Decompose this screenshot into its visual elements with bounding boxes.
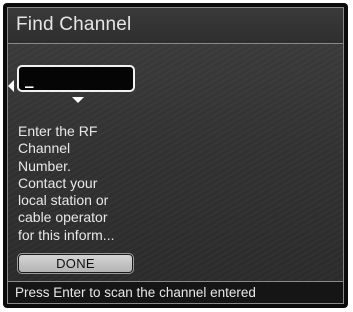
down-arrow-icon bbox=[72, 97, 84, 103]
title-bar: Find Channel bbox=[8, 8, 343, 44]
instruction-line: local station or bbox=[18, 192, 109, 209]
done-button[interactable]: DONE bbox=[17, 253, 134, 274]
find-channel-dialog: Find Channel _ Enter the RF Channel Numb… bbox=[3, 3, 348, 308]
dialog-panel: Find Channel _ Enter the RF Channel Numb… bbox=[7, 7, 344, 304]
channel-number-value: _ bbox=[25, 69, 34, 89]
instruction-line: Channel bbox=[18, 140, 71, 157]
dialog-title: Find Channel bbox=[16, 14, 132, 35]
instruction-text: Enter the RF Channel Number. Contact you… bbox=[18, 123, 153, 244]
status-hint-text: Press Enter to scan the channel entered bbox=[15, 285, 256, 300]
status-bar: Press Enter to scan the channel entered bbox=[8, 281, 343, 303]
instruction-line: Enter the RF bbox=[18, 123, 98, 139]
left-arrow-icon bbox=[8, 80, 14, 92]
channel-number-input[interactable]: _ bbox=[17, 65, 135, 92]
instruction-line: Number. bbox=[18, 157, 71, 174]
instruction-line: cable operator bbox=[18, 209, 108, 226]
instruction-line: for this inform... bbox=[18, 226, 115, 243]
instruction-line: Contact your bbox=[18, 174, 98, 191]
